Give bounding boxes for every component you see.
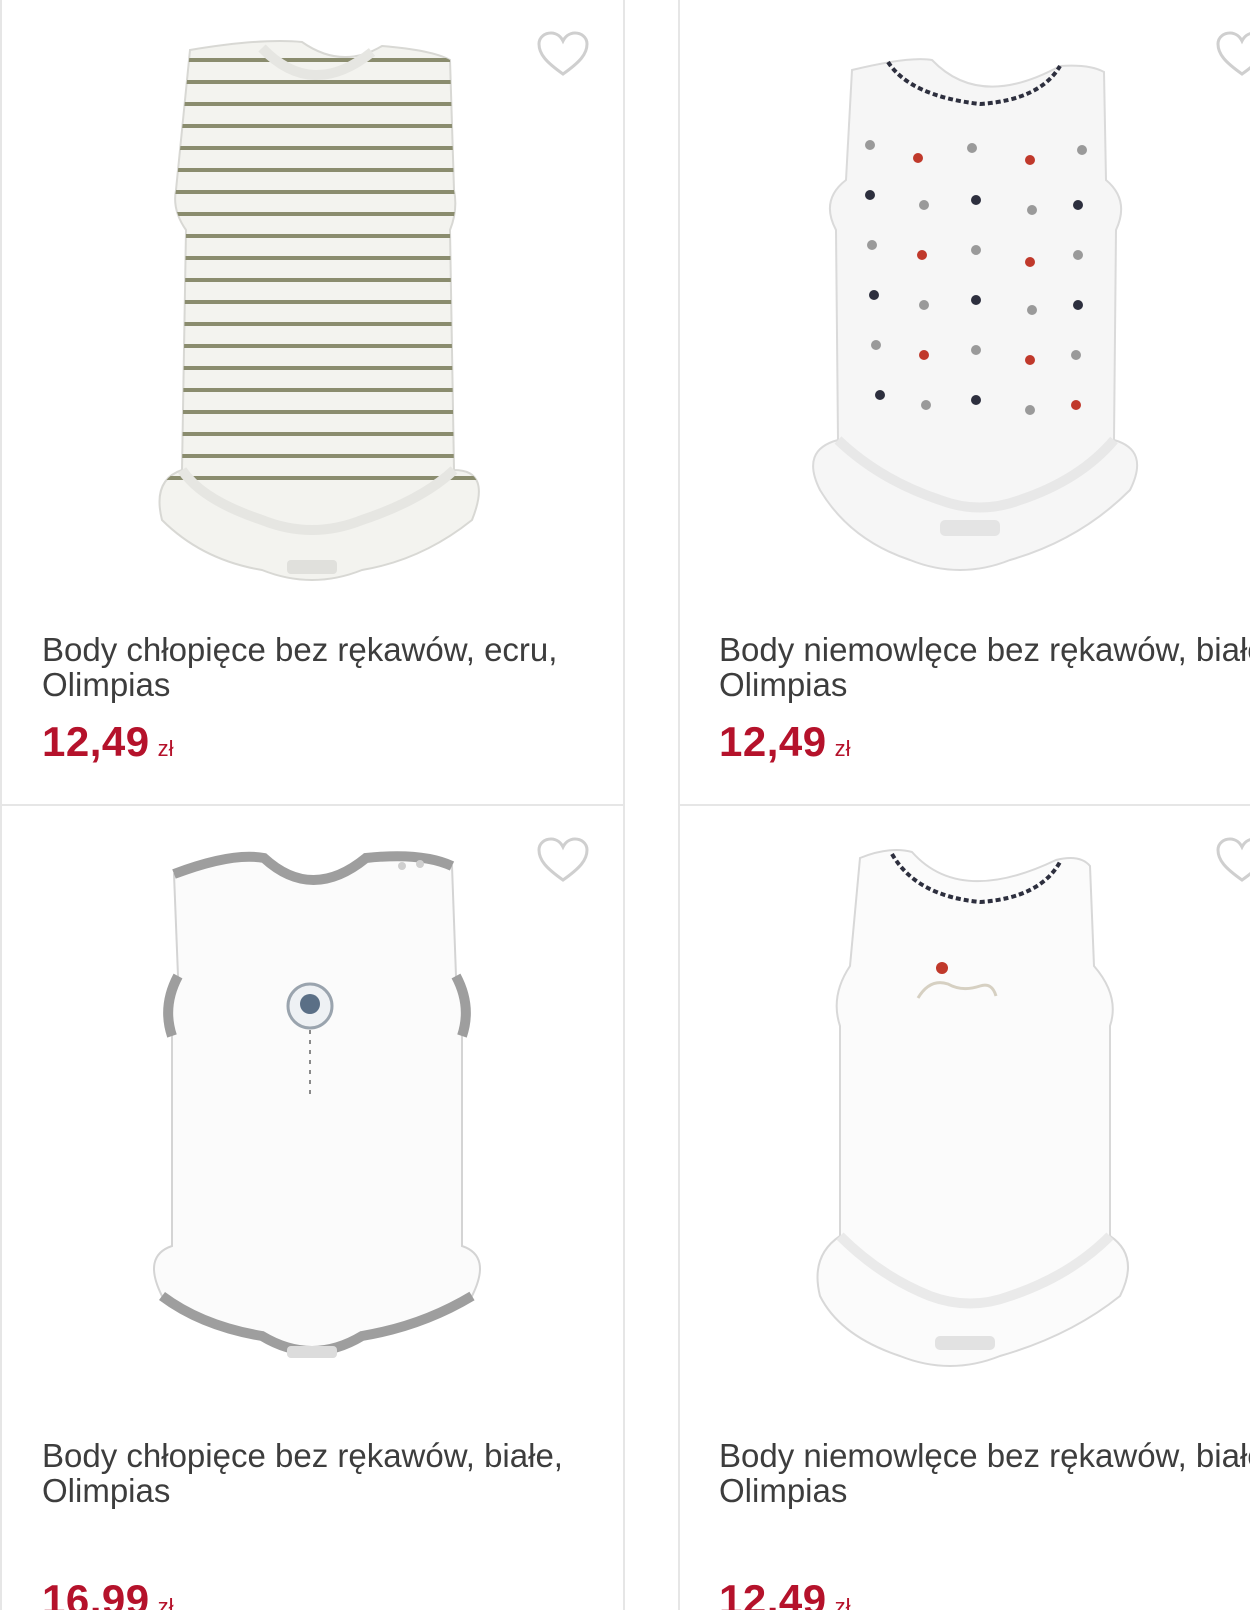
price-currency: zł <box>157 1594 174 1610</box>
price-amount: 12,49 <box>42 718 150 765</box>
product-price: 12,49 zł <box>719 718 851 766</box>
heart-outline-icon[interactable] <box>1215 836 1250 884</box>
product-title[interactable]: Body chłopięce bez rękawów, białe, Olimp… <box>42 1438 602 1508</box>
product-price: 12,49 zł <box>719 1576 851 1610</box>
product-price: 12,49 zł <box>42 718 174 766</box>
price-currency: zł <box>157 736 174 761</box>
price-amount: 12,49 <box>719 1576 827 1610</box>
product-price: 16,99 zł <box>42 1576 174 1610</box>
price-amount: 16,99 <box>42 1576 150 1610</box>
heart-outline-icon[interactable] <box>1215 30 1250 78</box>
heart-outline-icon[interactable] <box>536 30 590 78</box>
product-title[interactable]: Body chłopięce bez rękawów, ecru, Olimpi… <box>42 632 602 702</box>
product-title[interactable]: Body niemowlęce bez rękawów, białe, Olim… <box>719 632 1250 702</box>
product-card[interactable]: Body niemowlęce bez rękawów, białe, Olim… <box>678 804 1250 1610</box>
price-amount: 12,49 <box>719 718 827 765</box>
product-card[interactable]: Body niemowlęce bez rękawów, białe, Olim… <box>678 0 1250 806</box>
product-title[interactable]: Body niemowlęce bez rękawów, białe, Olim… <box>719 1438 1250 1508</box>
product-grid: Body chłopięce bez rękawów, ecru, Olimpi… <box>0 0 1250 1610</box>
product-card[interactable]: Body chłopięce bez rękawów, białe, Olimp… <box>0 804 625 1610</box>
price-currency: zł <box>834 736 851 761</box>
price-currency: zł <box>834 1594 851 1610</box>
product-image[interactable] <box>680 0 1250 620</box>
product-image[interactable] <box>2 806 623 1426</box>
heart-outline-icon[interactable] <box>536 836 590 884</box>
product-image[interactable] <box>2 0 623 620</box>
product-card[interactable]: Body chłopięce bez rękawów, ecru, Olimpi… <box>0 0 625 806</box>
product-image[interactable] <box>680 806 1250 1426</box>
